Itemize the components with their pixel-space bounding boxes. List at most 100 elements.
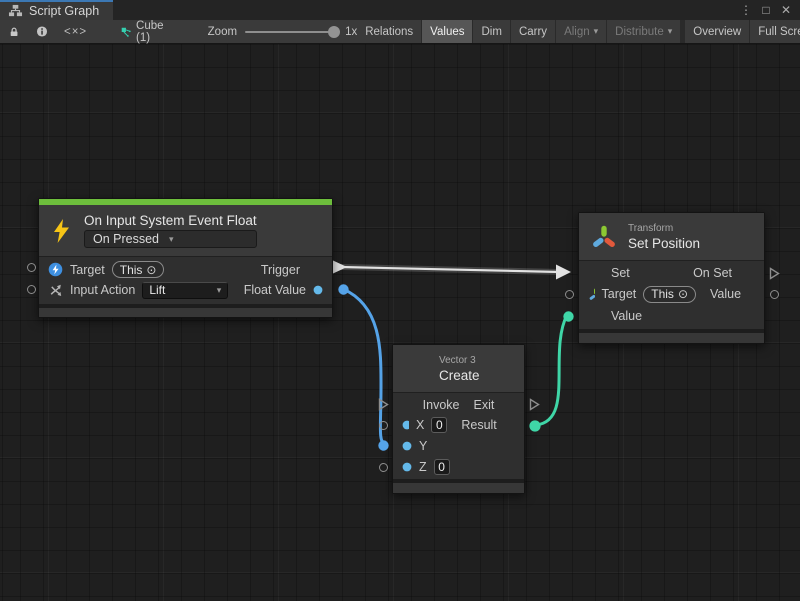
flow-port-icon[interactable] [739,268,755,278]
set-row: Set On Set [579,261,764,283]
event-input-port[interactable] [27,285,36,294]
float-port-icon[interactable] [402,420,409,430]
input-system-icon [48,262,63,277]
exit-out-port[interactable] [529,398,540,411]
info-icon [36,24,48,39]
align-button[interactable]: Align ▾ [556,20,606,43]
vector3-category: Vector 3 [439,355,480,366]
on-set-label: On Set [693,266,732,280]
maximize-icon[interactable]: □ [758,3,774,17]
flow-port-icon[interactable] [402,400,416,410]
wire-trigger-arrowhead [556,265,571,280]
target-label: Target [602,287,637,301]
z-label: Z [419,460,427,474]
relations-button[interactable]: Relations [357,20,421,43]
y-in-port-connected[interactable] [378,440,389,451]
event-node-header[interactable]: On Input System Event Float On Pressed ▾ [39,205,332,257]
vector3-icon [403,355,430,382]
input-action-label: Input Action [70,283,135,297]
zoom-value: 1x [345,26,357,38]
x-value-input[interactable]: 0 [431,417,447,433]
transform-value-row: Value [579,305,764,327]
float-port-icon[interactable] [313,285,323,295]
transform-target-in-port[interactable] [565,290,574,299]
carry-button[interactable]: Carry [511,20,555,43]
vector-port-icon[interactable] [748,286,755,302]
zoom-label: Zoom [208,26,237,38]
zoom-slider[interactable] [245,31,337,33]
event-node-footer [39,308,332,317]
transform-icon [590,223,618,251]
result-out-port-connected[interactable] [529,420,541,432]
transform-value-out-port[interactable] [770,290,779,299]
chevron-down-icon: ▾ [594,26,599,37]
flow-port-icon[interactable] [501,400,515,410]
event-action-row: Input Action Lift ▾ Float Value [39,279,332,301]
lock-icon [8,24,20,39]
info-button[interactable] [28,20,56,43]
flow-port-icon[interactable] [307,265,323,275]
transform-category: Transform [628,223,700,234]
script-machine-icon [121,25,131,39]
z-in-port[interactable] [379,463,388,472]
event-target-object-picker[interactable]: This ⊙ [112,261,165,278]
transform-node-header[interactable]: Transform Set Position [579,213,764,261]
node-vector3-create[interactable]: Vector 3 Create Invoke Exit X 0 Result [392,344,525,494]
node-on-input-system-event[interactable]: On Input System Event Float On Pressed ▾… [38,198,333,318]
tab-bar: Script Graph ⋮ □ ✕ [0,0,800,20]
chevron-down-icon: ▾ [217,285,222,296]
invoke-in-port[interactable] [378,398,389,411]
graph-canvas[interactable]: On Input System Event Float On Pressed ▾… [0,44,800,601]
float-port-icon[interactable] [402,441,412,451]
lock-button[interactable] [0,20,28,43]
vector-port-icon[interactable] [588,308,604,324]
script-graph-window: Script Graph ⋮ □ ✕ <×> [0,0,800,601]
dim-button[interactable]: Dim [473,20,509,43]
lightning-bolt-icon [51,218,73,244]
input-action-dropdown[interactable]: Lift ▾ [142,282,228,299]
fullscreen-button[interactable]: Full Screen [750,20,800,43]
transform-value-in-port-connected[interactable] [563,311,574,322]
wire-float-to-y[interactable] [343,289,385,445]
z-value-input[interactable]: 0 [434,459,450,475]
vector3-node-header[interactable]: Vector 3 Create [393,345,524,393]
wire-trigger-source-arrow[interactable] [333,261,347,274]
event-input-port[interactable] [27,263,36,272]
float-value-out-port[interactable] [338,284,349,295]
distribute-button[interactable]: Distribute ▾ [607,20,680,43]
float-value-label: Float Value [244,283,306,297]
exit-label: Exit [474,398,495,412]
invoke-label: Invoke [423,398,460,412]
x-row: X 0 Result [393,414,524,435]
zoom-slider-handle[interactable] [328,26,340,38]
window-controls: ⋮ □ ✕ [738,0,800,20]
zoom-control: Zoom 1x [208,20,358,43]
more-menu-icon[interactable]: ⋮ [738,3,754,17]
target-label: Target [70,263,105,277]
graph-owner[interactable]: Cube (1) [95,20,168,43]
overview-button[interactable]: Overview [685,20,749,43]
node-transform-set-position[interactable]: Transform Set Position Set On Set Target… [578,212,765,344]
tab-script-graph[interactable]: Script Graph [0,0,113,20]
x-in-port[interactable] [379,421,388,430]
transform-node-footer [579,333,764,343]
transform-title: Set Position [628,236,700,251]
event-node-title: On Input System Event Float [84,213,257,228]
on-set-out-port[interactable] [769,267,780,280]
set-label: Set [611,266,630,280]
values-button[interactable]: Values [422,20,472,43]
event-target-row: Target This ⊙ Trigger [39,257,332,279]
wire-result-to-value[interactable] [536,315,567,425]
event-mode-dropdown[interactable]: On Pressed ▾ [84,230,257,248]
float-port-icon[interactable] [402,462,412,472]
graph-icon [8,4,23,18]
flow-port-icon[interactable] [588,268,604,278]
value-in-label: Value [611,309,642,323]
vector-port-icon[interactable] [504,417,515,433]
chevron-down-icon: ▾ [169,234,174,245]
tab-title: Script Graph [29,4,99,18]
close-icon[interactable]: ✕ [778,3,794,17]
x-label: X [416,418,424,432]
code-view-button[interactable]: <×> [56,20,95,43]
transform-target-object-picker[interactable]: This ⊙ [643,286,696,303]
